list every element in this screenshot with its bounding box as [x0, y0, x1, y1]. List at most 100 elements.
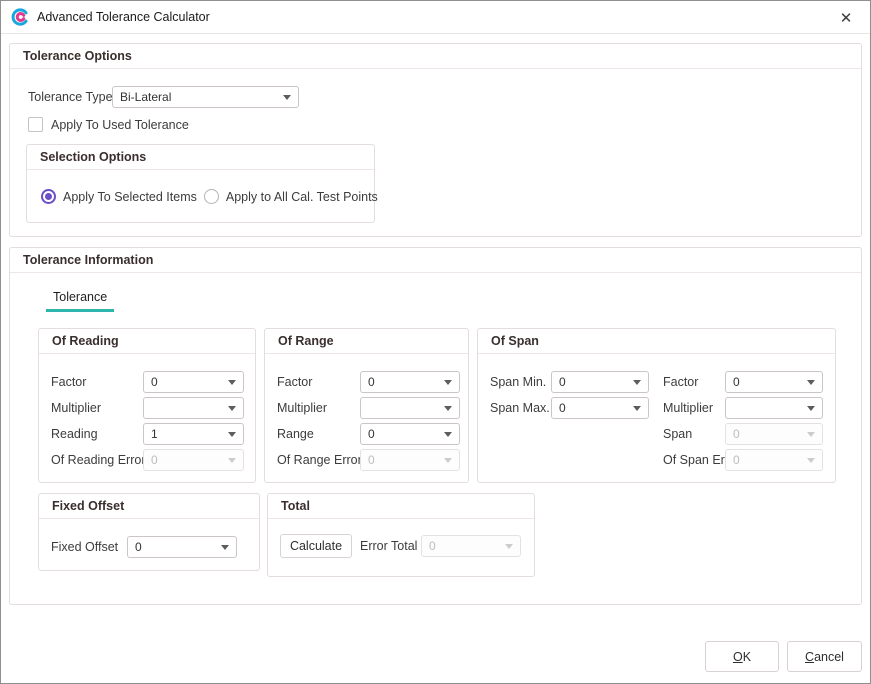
- of-span-multiplier-select[interactable]: [725, 397, 823, 419]
- error-total-value: 0: [429, 539, 436, 553]
- span-max-label: Span Max.: [490, 401, 550, 415]
- of-reading-title: Of Reading: [39, 329, 255, 354]
- of-span-factor-value: 0: [733, 375, 740, 389]
- total-group: Total Calculate Error Total 0: [267, 493, 535, 577]
- cancel-button[interactable]: Cancel: [787, 641, 862, 672]
- span-max-value: 0: [559, 401, 566, 415]
- of-reading-factor-row: Factor 0: [39, 371, 255, 393]
- apply-to-used-tolerance-option[interactable]: Apply To Used Tolerance: [28, 117, 189, 132]
- chevron-down-icon: [633, 380, 641, 385]
- tolerance-options-title: Tolerance Options: [10, 44, 861, 69]
- tolerance-information-title: Tolerance Information: [10, 248, 861, 273]
- of-span-group: Of Span Span Min. 0 Factor 0 Span Max. 0: [477, 328, 836, 483]
- chevron-down-icon: [283, 95, 291, 100]
- of-range-multiplier-select[interactable]: [360, 397, 460, 419]
- of-reading-multiplier-label: Multiplier: [51, 401, 101, 415]
- apply-to-all-cal-test-points-radio[interactable]: [204, 189, 219, 204]
- ok-button-accel: O: [733, 650, 743, 664]
- selection-options-title: Selection Options: [27, 145, 374, 170]
- of-reading-reading-row: Reading 1: [39, 423, 255, 445]
- of-range-range-label: Range: [277, 427, 314, 441]
- chevron-down-icon: [505, 544, 513, 549]
- of-range-factor-select[interactable]: 0: [360, 371, 460, 393]
- chevron-down-icon: [444, 458, 452, 463]
- apply-to-used-tolerance-checkbox[interactable]: [28, 117, 43, 132]
- of-range-error-value: 0: [368, 453, 375, 467]
- of-reading-reading-select[interactable]: 1: [143, 423, 244, 445]
- of-range-group: Of Range Factor 0 Multiplier Range 0: [264, 328, 469, 483]
- app-logo-icon: [11, 8, 29, 26]
- chevron-down-icon: [807, 406, 815, 411]
- of-range-multiplier-row: Multiplier: [265, 397, 468, 419]
- of-span-row-2: Span Max. 0 Multiplier: [478, 397, 835, 419]
- apply-to-selected-items-radio[interactable]: [41, 189, 56, 204]
- of-span-row-1: Span Min. 0 Factor 0: [478, 371, 835, 393]
- of-reading-factor-value: 0: [151, 375, 158, 389]
- cancel-button-rest: ancel: [814, 650, 844, 664]
- cancel-button-accel: C: [805, 650, 814, 664]
- span-min-value: 0: [559, 375, 566, 389]
- chevron-down-icon: [444, 380, 452, 385]
- span-select: 0: [725, 423, 823, 445]
- of-reading-factor-label: Factor: [51, 375, 86, 389]
- of-reading-error-value: 0: [151, 453, 158, 467]
- chevron-down-icon: [807, 458, 815, 463]
- chevron-down-icon: [221, 545, 229, 550]
- chevron-down-icon: [807, 432, 815, 437]
- of-range-multiplier-label: Multiplier: [277, 401, 327, 415]
- tolerance-type-select[interactable]: Bi-Lateral: [112, 86, 299, 108]
- selection-options-group: Selection Options Apply To Selected Item…: [26, 144, 375, 223]
- of-span-error-value: 0: [733, 453, 740, 467]
- of-reading-reading-value: 1: [151, 427, 158, 441]
- total-title: Total: [268, 494, 534, 519]
- of-range-error-select: 0: [360, 449, 460, 471]
- of-reading-reading-label: Reading: [51, 427, 98, 441]
- ok-button-rest: K: [743, 650, 751, 664]
- window-title: Advanced Tolerance Calculator: [37, 10, 210, 24]
- of-range-factor-value: 0: [368, 375, 375, 389]
- chevron-down-icon: [444, 432, 452, 437]
- apply-to-used-tolerance-label: Apply To Used Tolerance: [51, 118, 189, 132]
- of-span-title: Of Span: [478, 329, 835, 354]
- of-range-error-label: Of Range Error: [277, 453, 362, 467]
- span-min-select[interactable]: 0: [551, 371, 649, 393]
- fixed-offset-title: Fixed Offset: [39, 494, 259, 519]
- ok-button[interactable]: OK: [705, 641, 779, 672]
- error-total-select: 0: [421, 535, 521, 557]
- chevron-down-icon: [228, 432, 236, 437]
- of-span-factor-select[interactable]: 0: [725, 371, 823, 393]
- of-reading-factor-select[interactable]: 0: [143, 371, 244, 393]
- chevron-down-icon: [807, 380, 815, 385]
- of-reading-multiplier-select[interactable]: [143, 397, 244, 419]
- of-reading-group: Of Reading Factor 0 Multiplier Reading 1: [38, 328, 256, 483]
- of-reading-multiplier-row: Multiplier: [39, 397, 255, 419]
- apply-to-selected-items-label: Apply To Selected Items: [63, 190, 197, 204]
- of-span-error-select: 0: [725, 449, 823, 471]
- tolerance-type-row: Tolerance Type: Bi-Lateral: [10, 86, 861, 108]
- fixed-offset-select[interactable]: 0: [127, 536, 237, 558]
- chevron-down-icon: [633, 406, 641, 411]
- advanced-tolerance-calculator-dialog: Advanced Tolerance Calculator ✕ Toleranc…: [0, 0, 871, 684]
- tab-tolerance[interactable]: Tolerance: [46, 290, 114, 312]
- chevron-down-icon: [228, 406, 236, 411]
- tolerance-information-group: Tolerance Information Tolerance Of Readi…: [9, 247, 862, 605]
- span-min-label: Span Min.: [490, 375, 546, 389]
- of-reading-error-select: 0: [143, 449, 244, 471]
- close-icon[interactable]: ✕: [834, 1, 858, 34]
- span-max-select[interactable]: 0: [551, 397, 649, 419]
- fixed-offset-label: Fixed Offset: [51, 540, 118, 554]
- of-range-factor-label: Factor: [277, 375, 312, 389]
- of-span-row-4: Of Span Error 0: [478, 449, 835, 471]
- title-bar: Advanced Tolerance Calculator ✕: [1, 1, 870, 34]
- apply-to-all-cal-test-points-label: Apply to All Cal. Test Points: [226, 190, 378, 204]
- of-range-error-row: Of Range Error 0: [265, 449, 468, 471]
- fixed-offset-group: Fixed Offset Fixed Offset 0: [38, 493, 260, 571]
- tolerance-options-group: Tolerance Options Tolerance Type: Bi-Lat…: [9, 43, 862, 237]
- of-span-multiplier-label: Multiplier: [663, 401, 713, 415]
- tolerance-type-value: Bi-Lateral: [120, 90, 171, 104]
- calculate-button[interactable]: Calculate: [280, 534, 352, 558]
- of-range-factor-row: Factor 0: [265, 371, 468, 393]
- of-range-range-select[interactable]: 0: [360, 423, 460, 445]
- of-reading-error-label: Of Reading Error: [51, 453, 145, 467]
- of-range-range-row: Range 0: [265, 423, 468, 445]
